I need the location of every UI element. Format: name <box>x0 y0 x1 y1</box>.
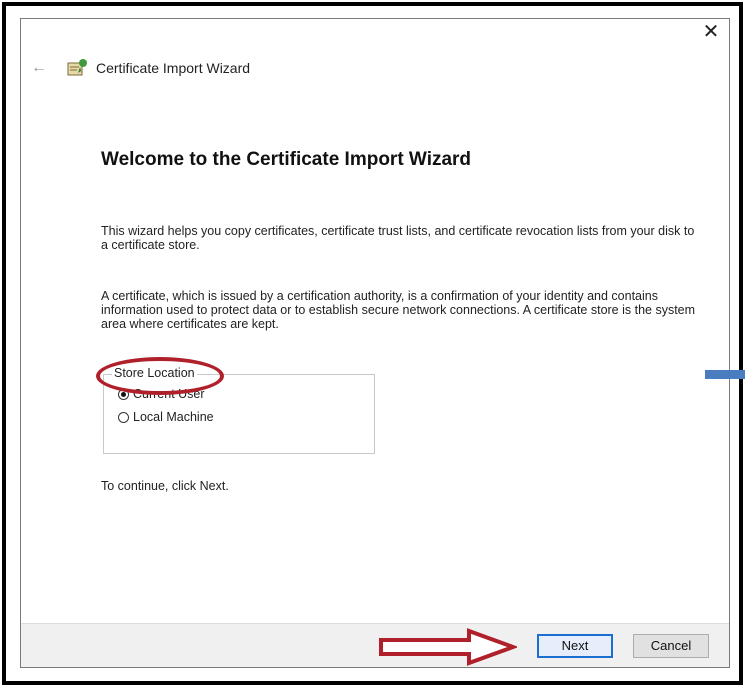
red-arrow-annotation <box>379 628 517 666</box>
radio-button-unselected[interactable] <box>118 411 129 423</box>
intro-paragraph: This wizard helps you copy certificates,… <box>101 224 695 252</box>
radio-local-machine[interactable]: Local Machine <box>118 410 214 424</box>
certificate-import-wizard-dialog: ✕ ← Certificate Import Wizard Welcome to… <box>20 18 730 668</box>
certificate-wizard-icon <box>67 59 87 76</box>
window-title: Certificate Import Wizard <box>96 60 251 76</box>
certificate-description-paragraph: A certificate, which is issued by a cert… <box>101 289 696 331</box>
dialog-footer: Next Cancel <box>21 623 729 667</box>
cancel-button[interactable]: Cancel <box>633 634 709 658</box>
radio-label-local-machine: Local Machine <box>133 410 214 424</box>
close-icon[interactable]: ✕ <box>697 19 725 45</box>
page-heading: Welcome to the Certificate Import Wizard <box>101 149 472 170</box>
continue-instruction: To continue, click Next. <box>101 479 229 493</box>
next-button[interactable]: Next <box>537 634 613 658</box>
blue-side-marker <box>705 370 745 379</box>
back-arrow-icon[interactable]: ← <box>31 59 47 77</box>
highlight-ellipse-annotation <box>96 357 224 395</box>
